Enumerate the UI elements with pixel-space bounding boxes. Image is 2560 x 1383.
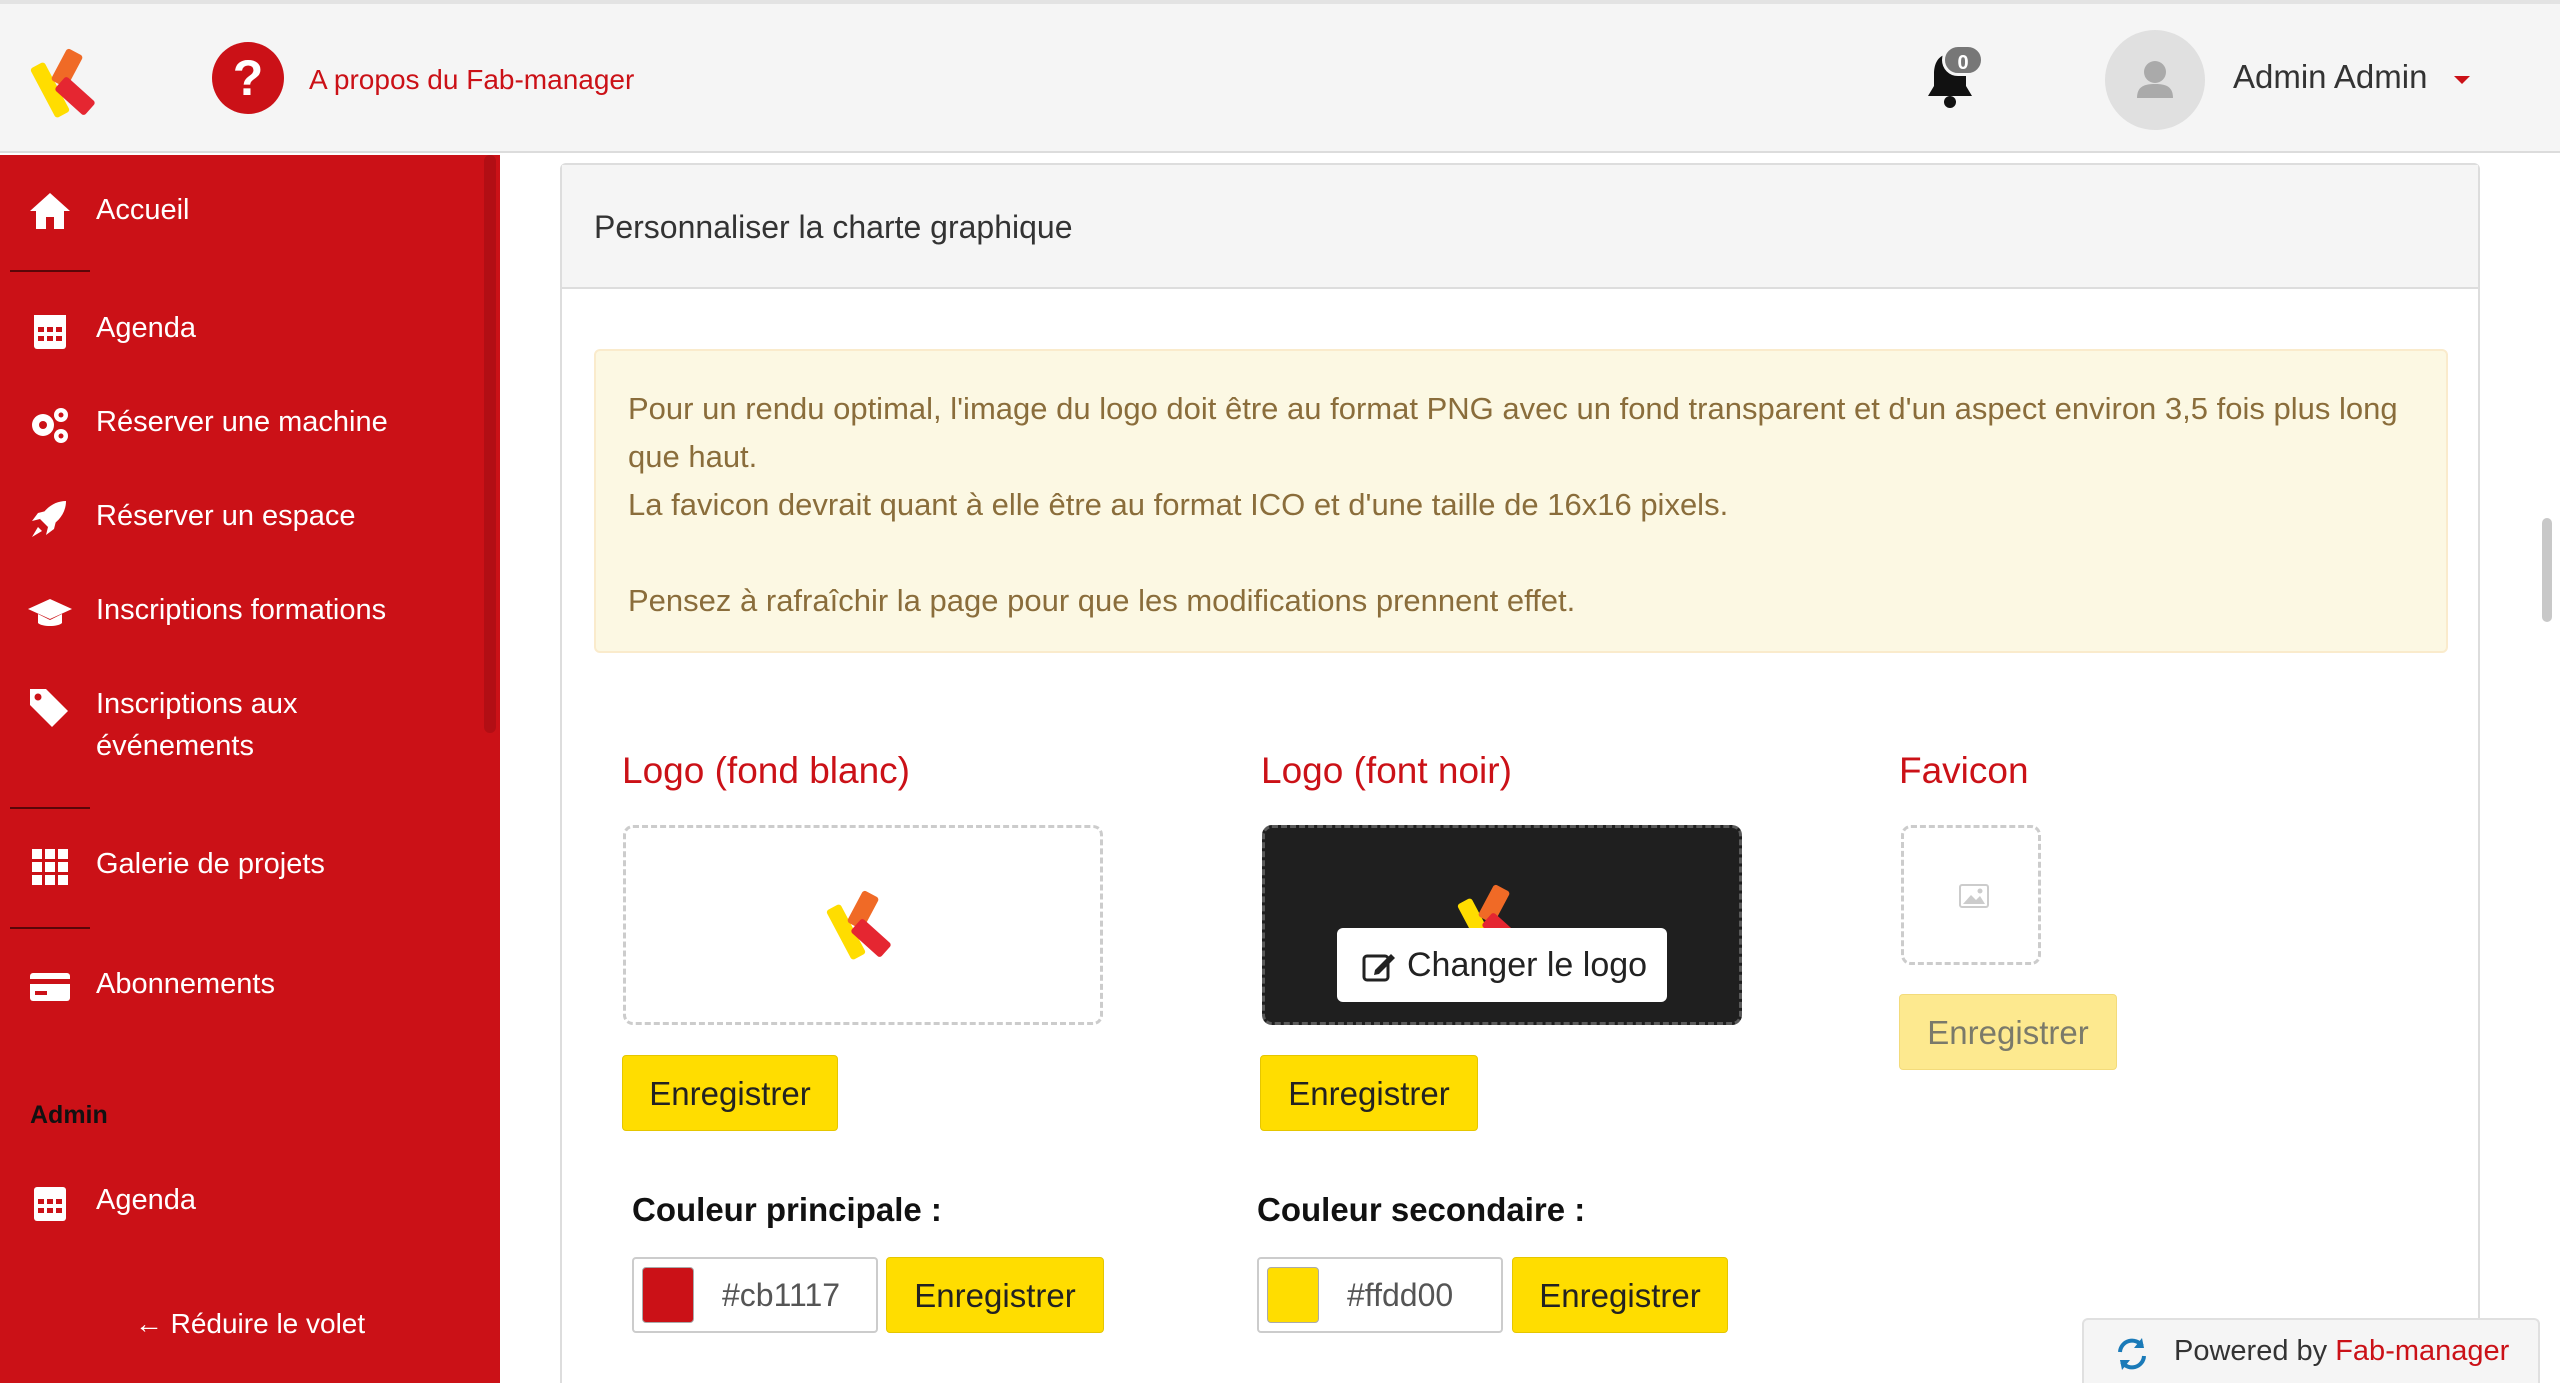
- sidebar-item-label: Réserver une machine: [96, 406, 388, 438]
- arrow-left-icon: ←: [134, 1308, 171, 1339]
- sidebar-item-label: Galerie de projets: [96, 848, 325, 880]
- fab-manager-link[interactable]: Fab-manager: [2335, 1335, 2509, 1367]
- top-header: ? A propos du Fab-manager 0 Admin Admin: [0, 0, 2560, 153]
- favicon-dropzone[interactable]: [1901, 825, 2041, 965]
- logo-black-title: Logo (font noir): [1261, 750, 1512, 791]
- sidebar-item-formations[interactable]: Inscriptions formations: [0, 589, 484, 649]
- change-logo-label: Changer le logo: [1407, 946, 1648, 984]
- image-icon: [1959, 884, 1989, 908]
- logo-white-title: Logo (fond blanc): [622, 750, 910, 791]
- calendar-icon: [34, 1187, 66, 1221]
- edit-icon: [1362, 954, 1395, 982]
- alert-line: La favicon devrait quant à elle être au …: [628, 487, 1729, 522]
- about-link[interactable]: A propos du Fab-manager: [309, 64, 634, 96]
- sidebar-divider: [10, 927, 90, 929]
- sidebar-item-evenements[interactable]: Inscriptions aux événements: [0, 683, 484, 773]
- change-logo-button[interactable]: Changer le logo: [1337, 928, 1667, 1002]
- sidebar-item-galerie[interactable]: Galerie de projets: [0, 843, 484, 903]
- sidebar: Accueil Agenda Réserver une machine Rése…: [0, 155, 500, 1383]
- cogs-icon: [32, 408, 68, 443]
- tags-icon: [30, 689, 68, 727]
- notification-badge: 0: [1942, 44, 1984, 76]
- refresh-icon: [2118, 1338, 2146, 1370]
- save-primary-color-button[interactable]: Enregistrer: [886, 1257, 1104, 1333]
- sidebar-item-label: Abonnements: [96, 968, 275, 1000]
- sidebar-item-abonnements[interactable]: Abonnements: [0, 963, 484, 1023]
- page-scrollbar[interactable]: [2542, 518, 2552, 622]
- save-logo-black-button[interactable]: Enregistrer: [1260, 1055, 1478, 1131]
- sidebar-item-label: Inscriptions aux événements: [96, 688, 298, 762]
- panel-heading: Personnaliser la charte graphique: [562, 165, 2478, 289]
- primary-color-swatch[interactable]: [642, 1267, 694, 1323]
- page-title: Personnaliser la charte graphique: [594, 209, 1073, 245]
- primary-color-value: #cb1117: [722, 1277, 841, 1313]
- info-alert: Pour un rendu optimal, l'image du logo d…: [594, 349, 2448, 653]
- sidebar-divider: [10, 807, 90, 809]
- sidebar-item-label: Réserver un espace: [96, 500, 356, 532]
- sidebar-scrollbar[interactable]: [484, 155, 496, 733]
- credit-card-icon: [30, 973, 70, 1001]
- fab-manager-logo[interactable]: [28, 42, 112, 126]
- secondary-color-label: Couleur secondaire :: [1257, 1191, 1586, 1228]
- sidebar-item-label: Inscriptions formations: [96, 594, 387, 626]
- avatar[interactable]: [2105, 30, 2205, 130]
- logo-white-dropzone[interactable]: [623, 825, 1103, 1025]
- question-circle-icon[interactable]: ?: [212, 42, 284, 114]
- powered-prefix: Powered by: [2174, 1335, 2328, 1367]
- admin-section-label: Admin: [30, 1101, 108, 1129]
- calendar-icon: [34, 315, 66, 349]
- save-secondary-color-button[interactable]: Enregistrer: [1512, 1257, 1728, 1333]
- secondary-color-swatch[interactable]: [1267, 1267, 1319, 1323]
- grid-icon: [32, 849, 68, 885]
- primary-color-label: Couleur principale :: [632, 1191, 942, 1228]
- user-menu-name[interactable]: Admin Admin: [2233, 58, 2427, 96]
- sidebar-item-accueil[interactable]: Accueil: [0, 189, 484, 249]
- rocket-icon: [32, 501, 66, 537]
- fab-manager-logo: [826, 890, 891, 960]
- secondary-color-input[interactable]: #ffdd00: [1257, 1257, 1503, 1333]
- alert-line: Pensez à rafraîchir la page pour que les…: [628, 583, 1576, 618]
- sidebar-item-reserver-espace[interactable]: Réserver un espace: [0, 495, 484, 555]
- sidebar-item-label: Agenda: [96, 312, 196, 344]
- powered-by-badge: Powered by Fab-manager: [2082, 1318, 2540, 1383]
- sidebar-item-label: Accueil: [96, 194, 190, 226]
- save-favicon-button[interactable]: Enregistrer: [1899, 994, 2117, 1070]
- sidebar-item-label: Agenda: [96, 1184, 196, 1216]
- save-logo-white-button[interactable]: Enregistrer: [622, 1055, 838, 1131]
- sidebar-item-agenda[interactable]: Agenda: [0, 307, 484, 367]
- collapse-label: Réduire le volet: [170, 1308, 366, 1339]
- secondary-color-value: #ffdd00: [1347, 1277, 1454, 1313]
- favicon-title: Favicon: [1899, 750, 2029, 791]
- powered-by-text: Powered by Fab-manager: [2174, 1335, 2509, 1368]
- sidebar-divider: [10, 270, 90, 272]
- sidebar-item-reserver-machine[interactable]: Réserver une machine: [0, 401, 484, 461]
- graduation-cap-icon: [28, 599, 72, 626]
- sidebar-item-admin-agenda[interactable]: Agenda: [0, 1179, 484, 1239]
- user-silhouette-icon: [2137, 61, 2173, 98]
- primary-color-input[interactable]: #cb1117: [632, 1257, 878, 1333]
- alert-line: Pour un rendu optimal, l'image du logo d…: [628, 391, 2398, 474]
- home-icon: [30, 193, 70, 229]
- collapse-sidebar-button[interactable]: ← Réduire le volet: [0, 1308, 500, 1340]
- caret-down-icon[interactable]: [2454, 76, 2470, 84]
